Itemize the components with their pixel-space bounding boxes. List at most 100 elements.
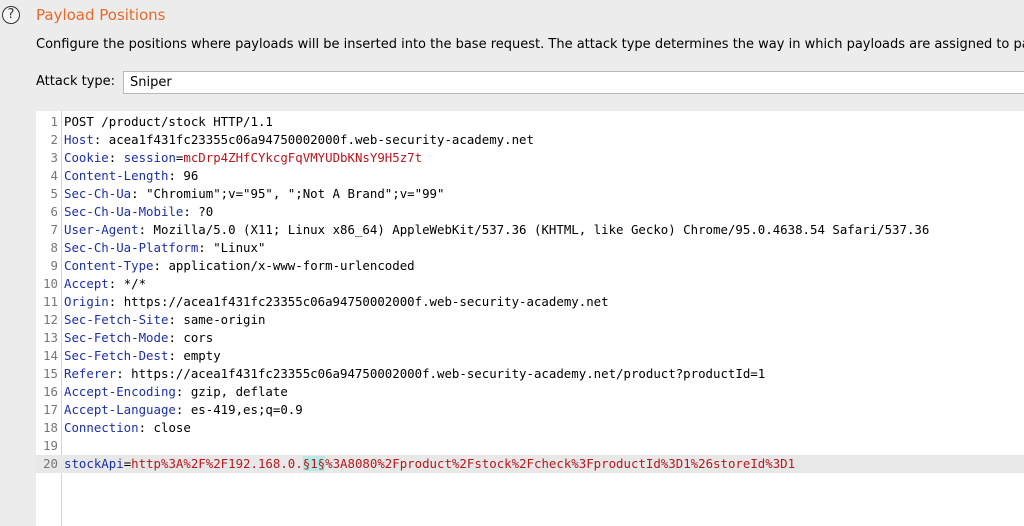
header-separator: : [138, 222, 154, 237]
request-body-line[interactable]: 20 stockApi=http%3A%2F%2F192.168.0.§1§%3… [36, 455, 1024, 473]
header-separator: : [153, 258, 169, 273]
request-line[interactable]: 16 Accept-Encoding: gzip, deflate [36, 383, 1024, 401]
header-value: "Linux" [213, 240, 266, 255]
help-icon[interactable]: ? [2, 6, 20, 24]
header-name: Host [64, 132, 94, 147]
line-number: 16 [43, 384, 58, 399]
header-value: ?0 [198, 204, 214, 219]
header-name: Sec-Ch-Ua [64, 186, 132, 201]
line-number: 13 [43, 330, 58, 345]
request-line[interactable]: 3 Cookie: session=mcDrp4ZHfCYkcgFqVMYUDb… [36, 149, 1024, 167]
request-line-text: POST /product/stock HTTP/1.1 [64, 114, 273, 129]
header-name: Cookie [64, 150, 109, 165]
request-line[interactable]: 11 Origin: https://acea1f431fc23355c06a9… [36, 293, 1024, 311]
header-separator: : [175, 402, 191, 417]
header-separator: : [108, 276, 124, 291]
request-line[interactable]: 2 Host: acea1f431fc23355c06a94750002000f… [36, 131, 1024, 149]
line-number: 17 [43, 402, 58, 417]
header-value: https://acea1f431fc23355c06a94750002000f… [131, 366, 766, 381]
request-line[interactable]: 12 Sec-Fetch-Site: same-origin [36, 311, 1024, 329]
header-value: acea1f431fc23355c06a94750002000f.web-sec… [108, 132, 534, 147]
cookie-name: session [123, 150, 176, 165]
line-number: 3 [50, 150, 58, 165]
header-name: Sec-Ch-Ua-Platform [64, 240, 199, 255]
line-number: 10 [43, 276, 58, 291]
line-number: 7 [50, 222, 58, 237]
line-number: 18 [43, 420, 58, 435]
line-number: 6 [50, 204, 58, 219]
header-name: Accept [64, 276, 109, 291]
cookie-value: mcDrp4ZHfCYkcgFqVMYUDbKNsY9H5z7t [183, 150, 423, 165]
request-line[interactable]: 4 Content-Length: 96 [36, 167, 1024, 185]
attack-type-select[interactable]: Sniper [123, 71, 1024, 94]
line-number: 12 [43, 312, 58, 327]
header-name: Origin [64, 294, 109, 309]
header-name: Sec-Fetch-Site [64, 312, 169, 327]
request-line[interactable]: 18 Connection: close [36, 419, 1024, 437]
request-line[interactable]: 6 Sec-Ch-Ua-Mobile: ?0 [36, 203, 1024, 221]
request-line[interactable]: 15 Referer: https://acea1f431fc23355c06a… [36, 365, 1024, 383]
header-value: 96 [183, 168, 199, 183]
header-value: "Chromium";v="95", ";Not A Brand";v="99" [146, 186, 445, 201]
line-number: 14 [43, 348, 58, 363]
panel-description: Configure the positions where payloads w… [36, 37, 1024, 52]
header-separator: : [168, 330, 184, 345]
body-value-suffix: %3A8080%2Fproduct%2Fstock%2Fcheck%3Fprod… [325, 456, 796, 471]
line-number: 8 [50, 240, 58, 255]
request-line[interactable]: 9 Content-Type: application/x-www-form-u… [36, 257, 1024, 275]
payload-position-marker[interactable]: §1§ [302, 456, 326, 471]
header-value: gzip, deflate [190, 384, 288, 399]
header-separator: : [108, 150, 124, 165]
body-value-prefix: http%3A%2F%2F192.168.0. [131, 456, 303, 471]
header-name: Accept-Encoding [64, 384, 176, 399]
header-value: Mozilla/5.0 (X11; Linux x86_64) AppleWeb… [153, 222, 930, 237]
request-line[interactable]: 5 Sec-Ch-Ua: "Chromium";v="95", ";Not A … [36, 185, 1024, 203]
header-separator: : [116, 366, 132, 381]
line-number: 20 [43, 456, 58, 471]
line-number: 19 [43, 438, 58, 453]
request-line[interactable]: 8 Sec-Ch-Ua-Platform: "Linux" [36, 239, 1024, 257]
line-number: 15 [43, 366, 58, 381]
header-name: Sec-Fetch-Mode [64, 330, 169, 345]
header-separator: : [93, 132, 109, 147]
line-number: 2 [50, 132, 58, 147]
header-value: application/x-www-form-urlencoded [168, 258, 415, 273]
header-separator: : [138, 420, 154, 435]
header-value: https://acea1f431fc23355c06a94750002000f… [123, 294, 609, 309]
request-line[interactable]: 1 POST /product/stock HTTP/1.1 [36, 113, 1024, 131]
header-separator: : [131, 186, 147, 201]
header-value: cors [183, 330, 214, 345]
body-param-name: stockApi [64, 456, 124, 471]
header-name: Content-Type [64, 258, 154, 273]
header-separator: : [183, 204, 199, 219]
header-separator: : [198, 240, 214, 255]
request-line[interactable]: 10 Accept: */* [36, 275, 1024, 293]
request-line[interactable]: 19 [36, 437, 1024, 455]
payload-positions-panel: ? Payload Positions Configure the positi… [0, 0, 1024, 526]
request-line[interactable]: 13 Sec-Fetch-Mode: cors [36, 329, 1024, 347]
attack-type-label: Attack type: [36, 74, 116, 89]
request-editor[interactable]: 1 POST /product/stock HTTP/1.1 2 Host: a… [36, 111, 1024, 526]
header-value: same-origin [183, 312, 266, 327]
header-name: Content-Length [64, 168, 169, 183]
line-number: 11 [43, 294, 58, 309]
header-name: Sec-Fetch-Dest [64, 348, 169, 363]
header-value: close [153, 420, 191, 435]
request-line[interactable]: 17 Accept-Language: es-419,es;q=0.9 [36, 401, 1024, 419]
header-separator: : [108, 294, 124, 309]
panel-title: Payload Positions [36, 6, 166, 24]
header-name: Accept-Language [64, 402, 176, 417]
line-number: 5 [50, 186, 58, 201]
line-number: 1 [50, 114, 58, 129]
header-separator: : [168, 168, 184, 183]
header-separator: : [168, 348, 184, 363]
request-line[interactable]: 7 User-Agent: Mozilla/5.0 (X11; Linux x8… [36, 221, 1024, 239]
header-separator: : [168, 312, 184, 327]
header-value: */* [123, 276, 147, 291]
header-name: Connection [64, 420, 139, 435]
header-separator: : [175, 384, 191, 399]
header-name: Sec-Ch-Ua-Mobile [64, 204, 184, 219]
request-line[interactable]: 14 Sec-Fetch-Dest: empty [36, 347, 1024, 365]
header-value: empty [183, 348, 221, 363]
header-name: User-Agent [64, 222, 139, 237]
